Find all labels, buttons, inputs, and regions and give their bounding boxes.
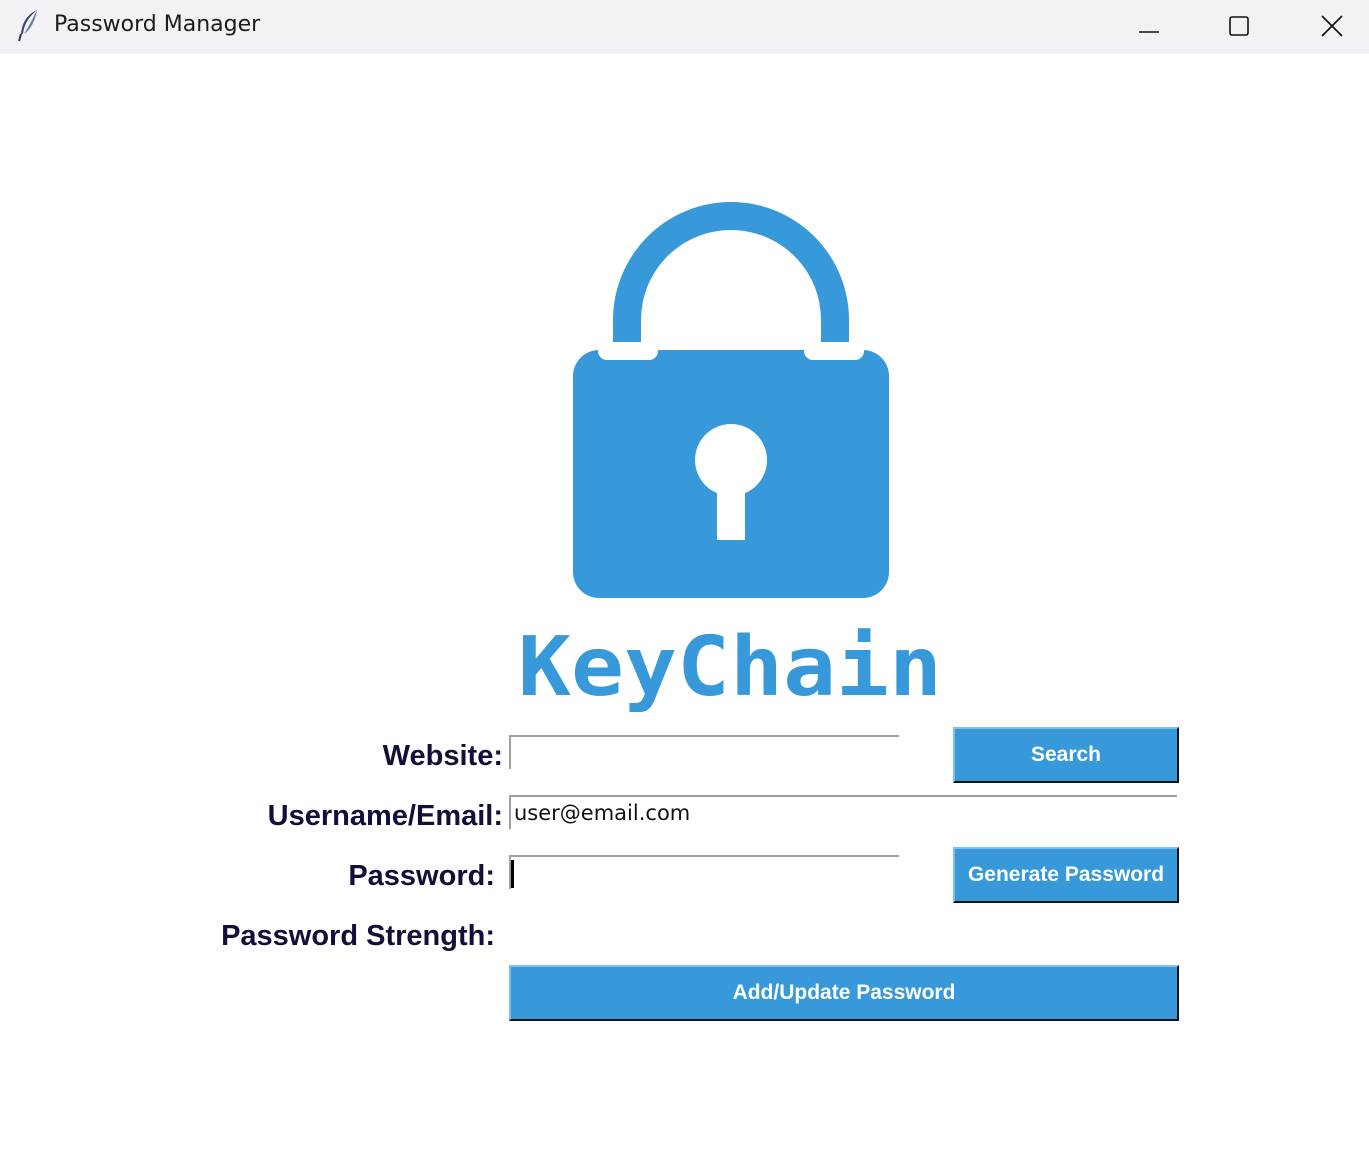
password-manager-window: Password Manager KeyChain Website: Searc… xyxy=(0,0,1369,1156)
password-input[interactable] xyxy=(509,855,899,889)
logo-text: KeyChain xyxy=(518,620,942,715)
password-strength-label: Password Strength: xyxy=(221,920,495,952)
maximize-button[interactable] xyxy=(1214,6,1264,46)
close-icon xyxy=(1321,15,1343,37)
password-label: Password: xyxy=(348,860,495,892)
generate-password-button[interactable]: Generate Password xyxy=(953,847,1179,903)
window-title: Password Manager xyxy=(54,12,261,37)
feather-icon xyxy=(18,10,37,42)
username-email-input[interactable] xyxy=(509,795,1177,829)
minimize-button[interactable] xyxy=(1124,6,1174,46)
close-button[interactable] xyxy=(1307,6,1357,46)
keychain-logo: KeyChain xyxy=(518,202,942,715)
add-update-password-button[interactable]: Add/Update Password xyxy=(509,965,1179,1021)
title-bar[interactable]: Password Manager xyxy=(0,0,1369,54)
text-cursor xyxy=(511,860,514,888)
padlock-icon xyxy=(573,202,889,598)
website-input[interactable] xyxy=(509,735,899,769)
minimize-icon xyxy=(1139,31,1159,33)
search-button[interactable]: Search xyxy=(953,727,1179,783)
maximize-icon xyxy=(1229,16,1249,36)
website-label: Website: xyxy=(382,740,503,772)
username-email-label: Username/Email: xyxy=(267,800,503,832)
